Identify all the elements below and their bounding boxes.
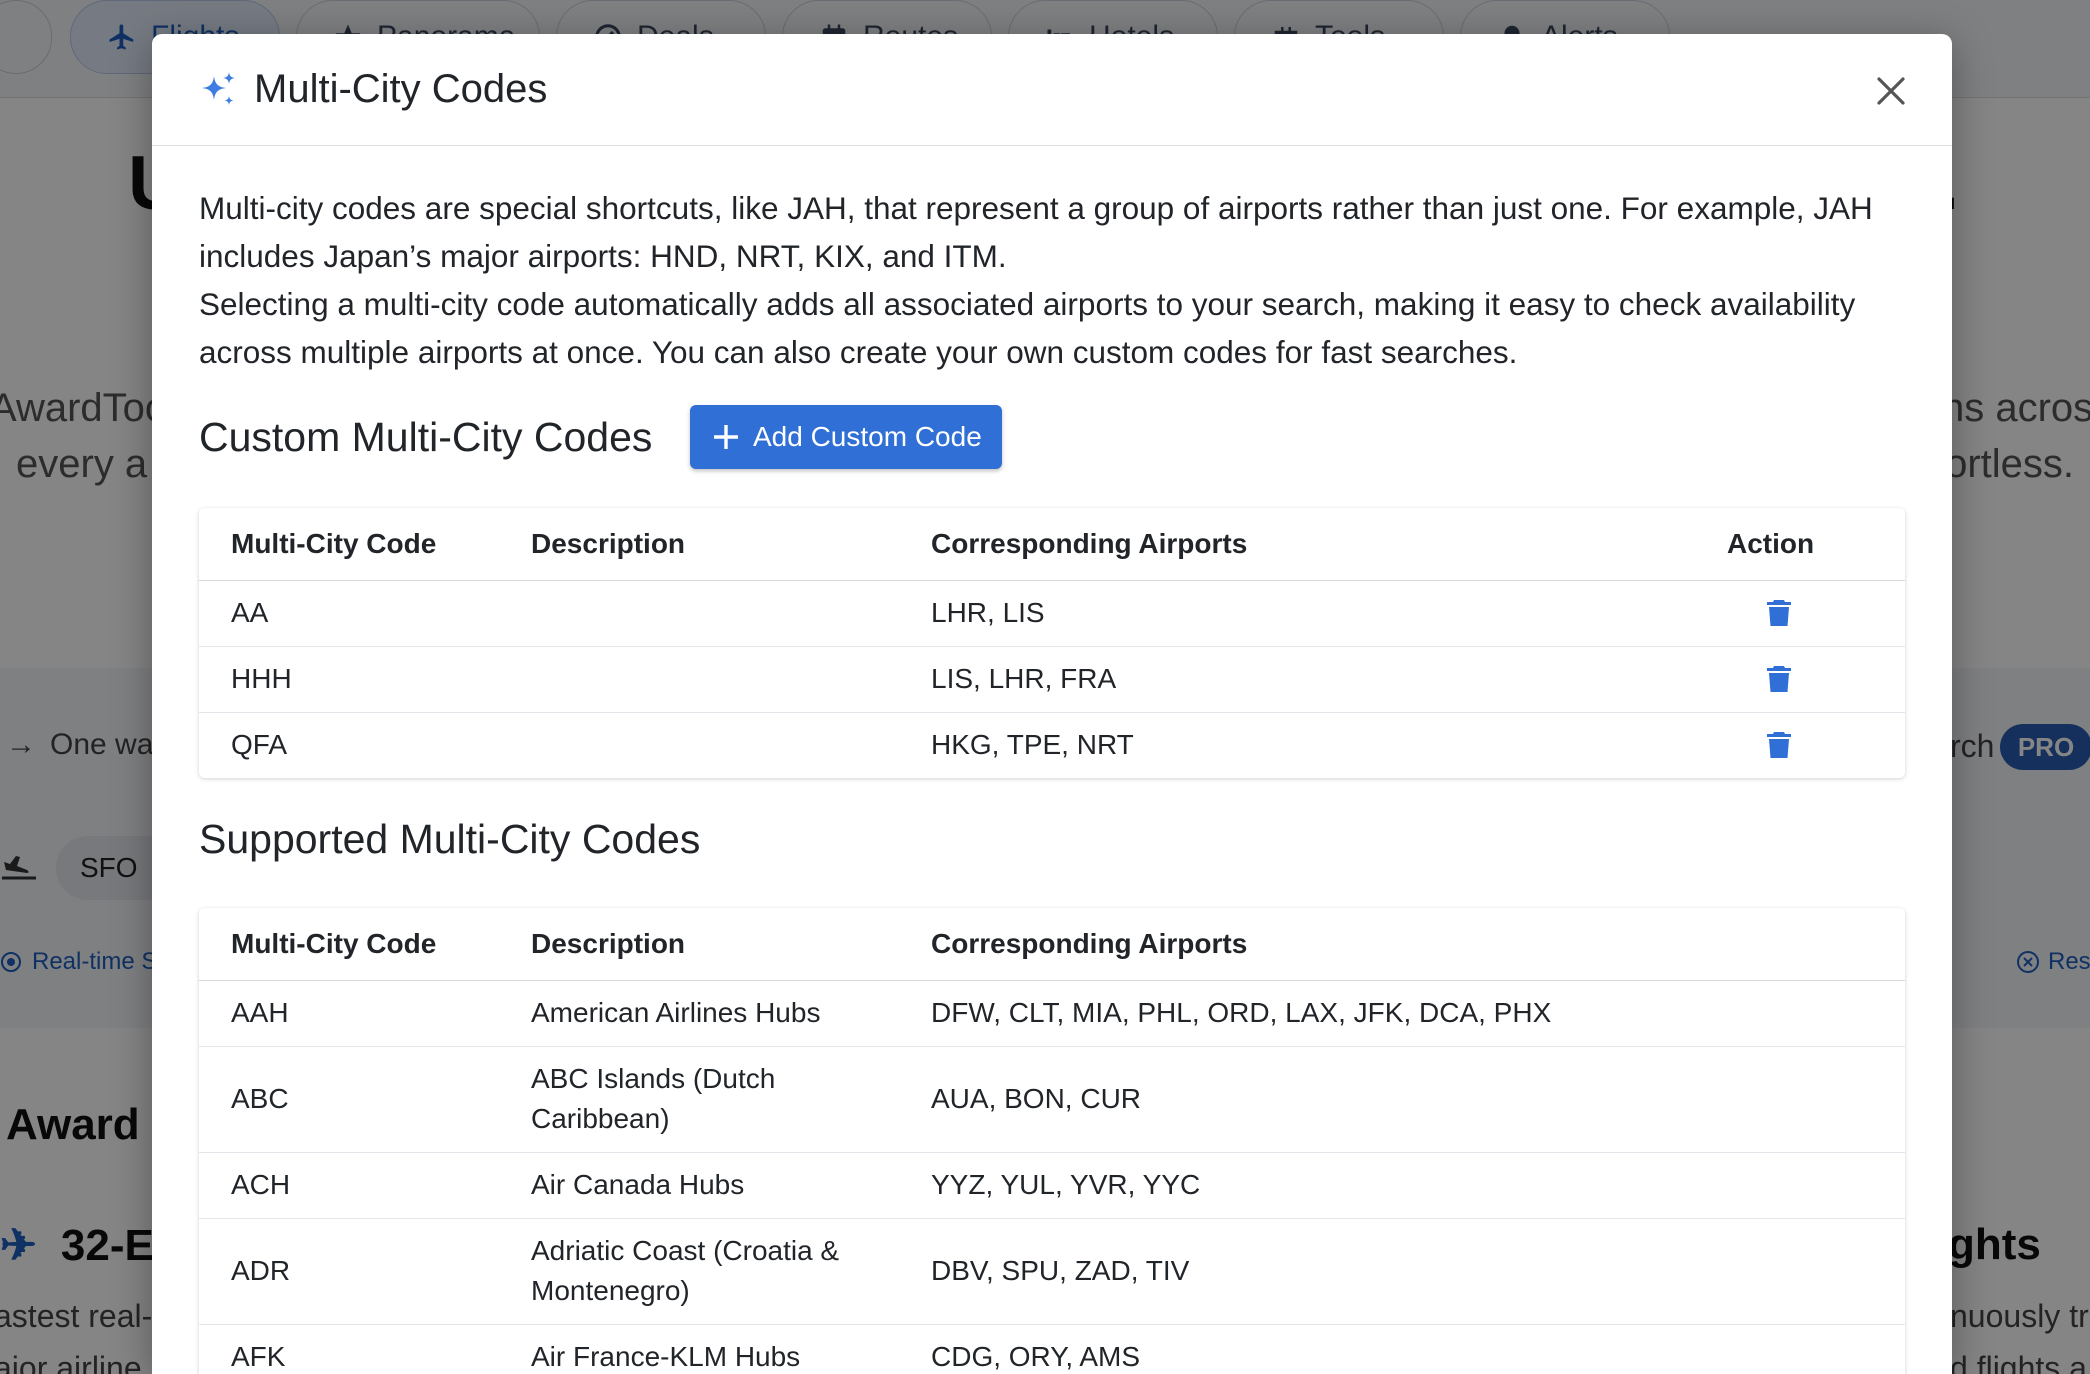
column-header-airports: Corresponding Airports [899, 908, 1905, 981]
add-custom-code-button[interactable]: Add Custom Code [690, 405, 1003, 469]
airports-cell: HKG, TPE, NRT [931, 729, 1134, 761]
table-row: ADR Adriatic Coast (Croatia & Montenegro… [199, 1218, 1905, 1325]
table-row: AAH American Airlines Hubs DFW, CLT, MIA… [199, 980, 1905, 1047]
code-cell: ADR [199, 1218, 499, 1325]
table-header-row: Multi-City Code Description Correspondin… [199, 908, 1905, 981]
intro-paragraph-2: Selecting a multi-city code automaticall… [199, 286, 1856, 370]
airports-cell: DBV, SPU, ZAD, TIV [899, 1218, 1905, 1325]
description-cell: American Airlines Hubs [499, 980, 899, 1047]
code-cell: AFK [231, 1341, 286, 1373]
code-cell: AA [199, 580, 499, 647]
column-header-code: Multi-City Code [199, 508, 499, 581]
trash-icon[interactable] [1764, 598, 1794, 628]
column-header-description: Description [499, 508, 899, 581]
table-row: HHH LIS, LHR, FRA [199, 646, 1905, 713]
code-cell: ACH [199, 1152, 499, 1219]
column-header-action: Action [1695, 508, 1905, 581]
action-cell [1695, 646, 1905, 713]
airports-cell: LIS, LHR, FRA [899, 646, 1695, 713]
description-cell: ABC Islands (Dutch Caribbean) [499, 1046, 899, 1153]
code-cell: QFA [231, 729, 288, 761]
airports-cell: LHR, LIS [899, 580, 1695, 647]
table-row: ACH Air Canada Hubs YYZ, YUL, YVR, YYC [199, 1152, 1905, 1219]
table-row: AA LHR, LIS [199, 580, 1905, 647]
column-header-description: Description [499, 908, 899, 981]
intro-paragraph-1: Multi-city codes are special shortcuts, … [199, 190, 1873, 274]
airports-cell: DFW, CLT, MIA, PHL, ORD, LAX, JFK, DCA, … [899, 980, 1905, 1047]
table-row: QFA HKG, TPE, NRT [199, 712, 1905, 778]
description-cell: Adriatic Coast (Croatia & Montenegro) [499, 1218, 899, 1325]
column-header-code: Multi-City Code [199, 908, 499, 981]
modal-body: Multi-city codes are special shortcuts, … [152, 146, 1952, 1374]
custom-codes-header: Custom Multi-City Codes Add Custom Code [199, 404, 1905, 470]
supported-codes-header: Supported Multi-City Codes [199, 808, 1905, 870]
column-header-airports: Corresponding Airports [899, 508, 1695, 581]
action-cell [1695, 580, 1905, 647]
close-icon[interactable] [1870, 70, 1912, 112]
table-row: AFK Air France-KLM Hubs CDG, ORY, AMS [199, 1324, 1905, 1374]
plus-icon [713, 425, 738, 449]
description-cell: Air Canada Hubs [499, 1152, 899, 1219]
trash-icon[interactable] [1764, 664, 1794, 694]
add-custom-code-label: Add Custom Code [752, 421, 982, 452]
sparkle-icon [202, 71, 235, 105]
description-cell [499, 646, 899, 713]
code-cell: AAH [199, 980, 499, 1047]
airports-cell: AUA, BON, CUR [899, 1046, 1905, 1153]
airports-cell: CDG, ORY, AMS [931, 1341, 1141, 1373]
description-cell [499, 712, 899, 778]
supported-codes-title: Supported Multi-City Codes [199, 815, 701, 862]
description-cell: Air France-KLM Hubs [531, 1341, 801, 1373]
trash-icon[interactable] [1764, 730, 1794, 760]
custom-codes-table: Multi-City Code Description Correspondin… [199, 508, 1905, 778]
multi-city-codes-modal: Multi-City Codes Multi-city codes are sp… [152, 34, 1952, 1374]
action-cell [1695, 712, 1905, 778]
airports-cell: YYZ, YUL, YVR, YYC [899, 1152, 1905, 1219]
supported-codes-table: Multi-City Code Description Correspondin… [199, 908, 1905, 1374]
code-cell: HHH [199, 646, 499, 713]
code-cell: ABC [199, 1046, 499, 1153]
modal-header: Multi-City Codes [152, 34, 1952, 146]
table-header-row: Multi-City Code Description Correspondin… [199, 508, 1905, 581]
table-row: ABC ABC Islands (Dutch Caribbean) AUA, B… [199, 1046, 1905, 1153]
custom-codes-title: Custom Multi-City Codes [199, 413, 653, 460]
modal-title: Multi-City Codes [254, 67, 548, 111]
description-cell [499, 580, 899, 647]
